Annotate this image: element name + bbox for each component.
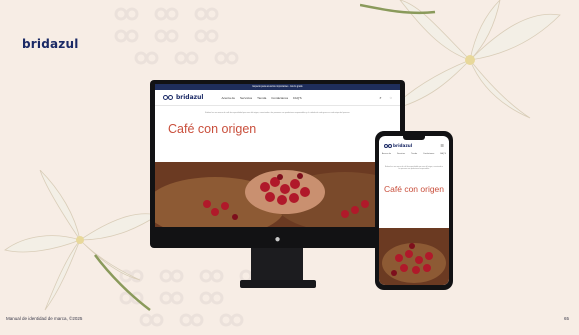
hero-title: Café con origen — [168, 121, 257, 136]
white-flower-bottom-left — [4, 170, 160, 311]
nav-link-acerca[interactable]: Acerca de — [221, 96, 235, 100]
monitor-stand — [251, 248, 303, 282]
chat-icon[interactable]: ◌ — [390, 95, 392, 100]
coffee-cherries-hero-image — [155, 162, 400, 227]
intro-text: Bridazul es una marca de café de especia… — [205, 112, 350, 114]
mobile-nav-link-acerca[interactable]: Acerca de — [382, 153, 391, 155]
mobile-nav-link-tienda[interactable]: Tienda — [411, 153, 417, 155]
mobile-logo[interactable]: bridazul — [384, 143, 412, 148]
brand-logo: bridazul — [22, 37, 79, 51]
mobile-phone: bridazul ☰ Acerca de Servicios Tienda Co… — [375, 131, 453, 290]
site-logo[interactable]: bridazul — [163, 94, 203, 101]
mobile-nav-link-faqs[interactable]: FAQ'S — [440, 153, 446, 155]
mobile-nav-link-servicios[interactable]: Servicios — [397, 153, 405, 155]
page-number: 65 — [563, 316, 569, 321]
hamburger-menu-icon[interactable]: ☰ — [440, 143, 444, 148]
mobile-website-screen: bridazul ☰ Acerca de Servicios Tienda Co… — [379, 136, 449, 285]
mobile-intro-text: Bridazul es una marca de café de especia… — [385, 167, 443, 171]
apple-logo-icon: ● — [274, 234, 281, 245]
desktop-monitor: Espacio para anuncios importantes · Enví… — [150, 80, 405, 248]
footer-text: Manual de identidad de marca, ©2025 — [6, 316, 83, 321]
mobile-nav-links: Acerca de Servicios Tienda Contáctanos F… — [382, 153, 446, 155]
nav-link-faqs[interactable]: FAQ'S — [293, 96, 302, 100]
nav-link-tienda[interactable]: Tienda — [257, 96, 266, 100]
mobile-nav-link-contacto[interactable]: Contáctanos — [423, 153, 434, 155]
monitor-stand-base — [240, 280, 316, 288]
search-icon[interactable]: ⌕ — [379, 95, 381, 100]
logo-mark-icon — [384, 143, 392, 148]
desktop-website-screen: Espacio para anuncios importantes · Enví… — [155, 84, 400, 227]
site-navbar: bridazul Acerca de Servicios Tienda Cont… — [155, 90, 400, 106]
nav-link-servicios[interactable]: Servicios — [240, 96, 252, 100]
mobile-header: bridazul ☰ — [384, 143, 444, 148]
mobile-hero-title: Café con origen — [384, 183, 445, 194]
phone-notch — [403, 136, 425, 140]
nav-link-contacto[interactable]: Contáctanos — [271, 96, 288, 100]
logo-mark-icon — [163, 95, 174, 100]
site-logo-text: bridazul — [176, 94, 204, 101]
mobile-logo-text: bridazul — [393, 143, 413, 148]
mobile-coffee-cherries-image — [379, 228, 449, 285]
